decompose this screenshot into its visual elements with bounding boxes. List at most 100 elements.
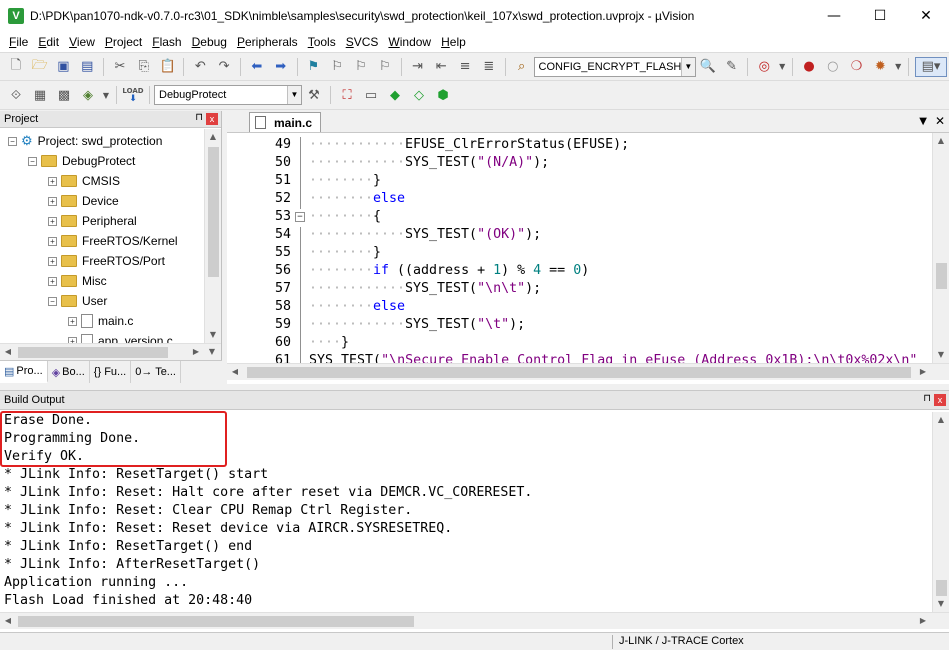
close-icon[interactable]: x [206, 113, 218, 125]
select-software-packs-icon[interactable]: ⬢ [433, 85, 453, 105]
scroll-left-icon[interactable]: ◀ [0, 613, 16, 629]
tree-item[interactable]: + Peripheral [48, 211, 137, 231]
rebuild-icon[interactable]: ▩ [54, 85, 74, 105]
tree-item[interactable]: + Misc [48, 271, 107, 291]
expand-icon[interactable]: + [48, 276, 57, 286]
clear-bookmarks-icon[interactable]: ⚐ [375, 57, 395, 77]
tree-item[interactable]: + FreeRTOS/Kernel [48, 231, 178, 251]
code-area[interactable]: 49 ············ EFUSE_ClrErrorStatus(EFUSE… [227, 137, 932, 363]
minimize-button[interactable]: — [811, 0, 857, 32]
scroll-right-icon[interactable]: ▶ [188, 344, 204, 360]
collapse-icon[interactable]: − [48, 296, 57, 306]
kill-all-breakpoints-icon[interactable]: ✹ [870, 57, 890, 77]
scroll-down-icon[interactable]: ▼ [205, 327, 221, 343]
bookmark-icon[interactable]: ⚑ [304, 57, 324, 77]
build-output-hscroll[interactable]: ◀ ▶ [0, 612, 949, 629]
scroll-thumb[interactable] [18, 616, 414, 627]
menu-item[interactable]: File [4, 35, 33, 49]
pin-icon[interactable]: ⊓ [923, 393, 931, 404]
comment-icon[interactable]: ≡ [455, 57, 475, 77]
close-button[interactable]: ✕ [903, 0, 949, 32]
expand-icon[interactable]: + [48, 176, 57, 186]
target-options-icon[interactable]: ⚒ [304, 85, 324, 105]
scroll-thumb[interactable] [208, 147, 219, 277]
scroll-up-icon[interactable]: ▲ [205, 129, 221, 145]
build-output-vscroll[interactable]: ▲ ▼ [932, 412, 949, 612]
window-layout-icon[interactable]: ▤▾ [915, 56, 947, 77]
prev-bookmark-icon[interactable]: ⚐ [327, 57, 347, 77]
open-folder-icon[interactable]: 🗁 [30, 57, 50, 77]
build-icon[interactable]: ▦ [30, 85, 50, 105]
menu-item[interactable]: Debug [187, 35, 232, 49]
scroll-down-icon[interactable]: ▼ [933, 347, 949, 363]
save-icon[interactable]: ▣ [54, 57, 74, 77]
tree-item[interactable]: + CMSIS [48, 171, 120, 191]
dropdown-arrow-icon[interactable]: ▼ [894, 57, 902, 77]
new-file-icon[interactable]: 🗋 [6, 57, 26, 77]
find-in-files-icon[interactable]: ⌕ [512, 57, 532, 77]
maximize-button[interactable]: ☐ [857, 0, 903, 32]
indent-icon[interactable]: ⇥ [408, 57, 428, 77]
translate-icon[interactable]: ⟐ [6, 85, 26, 105]
menu-item[interactable]: Window [383, 35, 436, 49]
manage-components-icon[interactable]: ⛶ [337, 85, 357, 105]
batch-build-icon[interactable]: ◈ [78, 85, 98, 105]
tree-item[interactable]: + Device [48, 191, 119, 211]
menu-item[interactable]: Flash [147, 35, 186, 49]
chevron-down-icon[interactable]: ▼ [287, 86, 301, 104]
editor-vscroll[interactable]: ▲ ▼ [932, 133, 949, 363]
find-icon[interactable]: 🔍 [698, 57, 718, 77]
scroll-down-icon[interactable]: ▼ [204, 344, 220, 360]
fold-collapse-icon[interactable]: − [295, 212, 305, 222]
menu-item[interactable]: Edit [33, 35, 64, 49]
chevron-down-icon[interactable]: ▼ [680, 57, 695, 76]
insert-breakpoint-icon[interactable]: ● [799, 57, 819, 77]
config-combo[interactable]: CONFIG_ENCRYPT_FLASH ▼ [533, 56, 696, 77]
tab-main-c[interactable]: main.c [249, 112, 322, 132]
save-all-icon[interactable]: ▤ [77, 57, 97, 77]
incremental-find-icon[interactable]: ✎ [722, 57, 742, 77]
dropdown-arrow-icon[interactable]: ▼ [102, 85, 110, 105]
menu-item[interactable]: Project [100, 35, 147, 49]
close-icon[interactable]: x [934, 394, 946, 406]
next-bookmark-icon[interactable]: ⚐ [351, 57, 371, 77]
expand-icon[interactable]: + [48, 216, 57, 226]
disable-all-breakpoints-icon[interactable]: ❍ [847, 57, 867, 77]
tree-item[interactable]: − DebugProtect [28, 151, 135, 171]
scroll-thumb[interactable] [247, 367, 911, 378]
tree-item[interactable]: − ⚙ Project: swd_protection [8, 131, 162, 151]
expand-icon[interactable]: + [48, 236, 57, 246]
scroll-left-icon[interactable]: ◀ [0, 344, 16, 360]
cut-icon[interactable]: ✂ [110, 57, 130, 77]
pack-installer-icon[interactable]: ◇ [409, 85, 429, 105]
project-tree-vscroll[interactable]: ▲ ▼ [204, 129, 221, 343]
scroll-right-icon[interactable]: ▶ [915, 613, 931, 629]
navigate-back-icon[interactable]: ⬅ [247, 57, 267, 77]
paste-icon[interactable]: 📋 [158, 57, 178, 77]
scroll-up-icon[interactable]: ▲ [933, 412, 949, 428]
scroll-thumb[interactable] [936, 580, 947, 596]
menu-item[interactable]: Peripherals [232, 35, 303, 49]
tab-project[interactable]: ▤ Pro... [0, 361, 48, 383]
scroll-thumb[interactable] [18, 347, 168, 358]
run-time-environment-icon[interactable]: ◆ [385, 85, 405, 105]
menu-item[interactable]: Help [436, 35, 471, 49]
tab-functions[interactable]: {} Fu... [90, 361, 132, 383]
disable-breakpoint-icon[interactable]: ○ [823, 57, 843, 77]
collapse-icon[interactable]: − [28, 156, 37, 166]
debug-session-icon[interactable]: ◎ [754, 57, 774, 77]
uncomment-icon[interactable]: ≣ [479, 57, 499, 77]
dropdown-arrow-icon[interactable]: ▼ [778, 57, 786, 77]
collapse-icon[interactable]: − [8, 136, 17, 146]
scroll-left-icon[interactable]: ◀ [227, 364, 243, 380]
redo-icon[interactable]: ↷ [214, 57, 234, 77]
expand-icon[interactable]: + [48, 196, 57, 206]
navigate-forward-icon[interactable]: ➡ [271, 57, 291, 77]
tree-item[interactable]: + main.c [68, 311, 133, 331]
tab-templates[interactable]: 0→ Te... [131, 361, 181, 383]
scroll-down-icon[interactable]: ▼ [933, 596, 949, 612]
expand-icon[interactable]: + [68, 316, 77, 326]
tab-list-chevron-icon[interactable]: ▼ [919, 116, 927, 127]
close-tab-icon[interactable]: ✕ [935, 114, 945, 128]
editor-hscroll[interactable]: ◀ ▶ [227, 363, 949, 380]
